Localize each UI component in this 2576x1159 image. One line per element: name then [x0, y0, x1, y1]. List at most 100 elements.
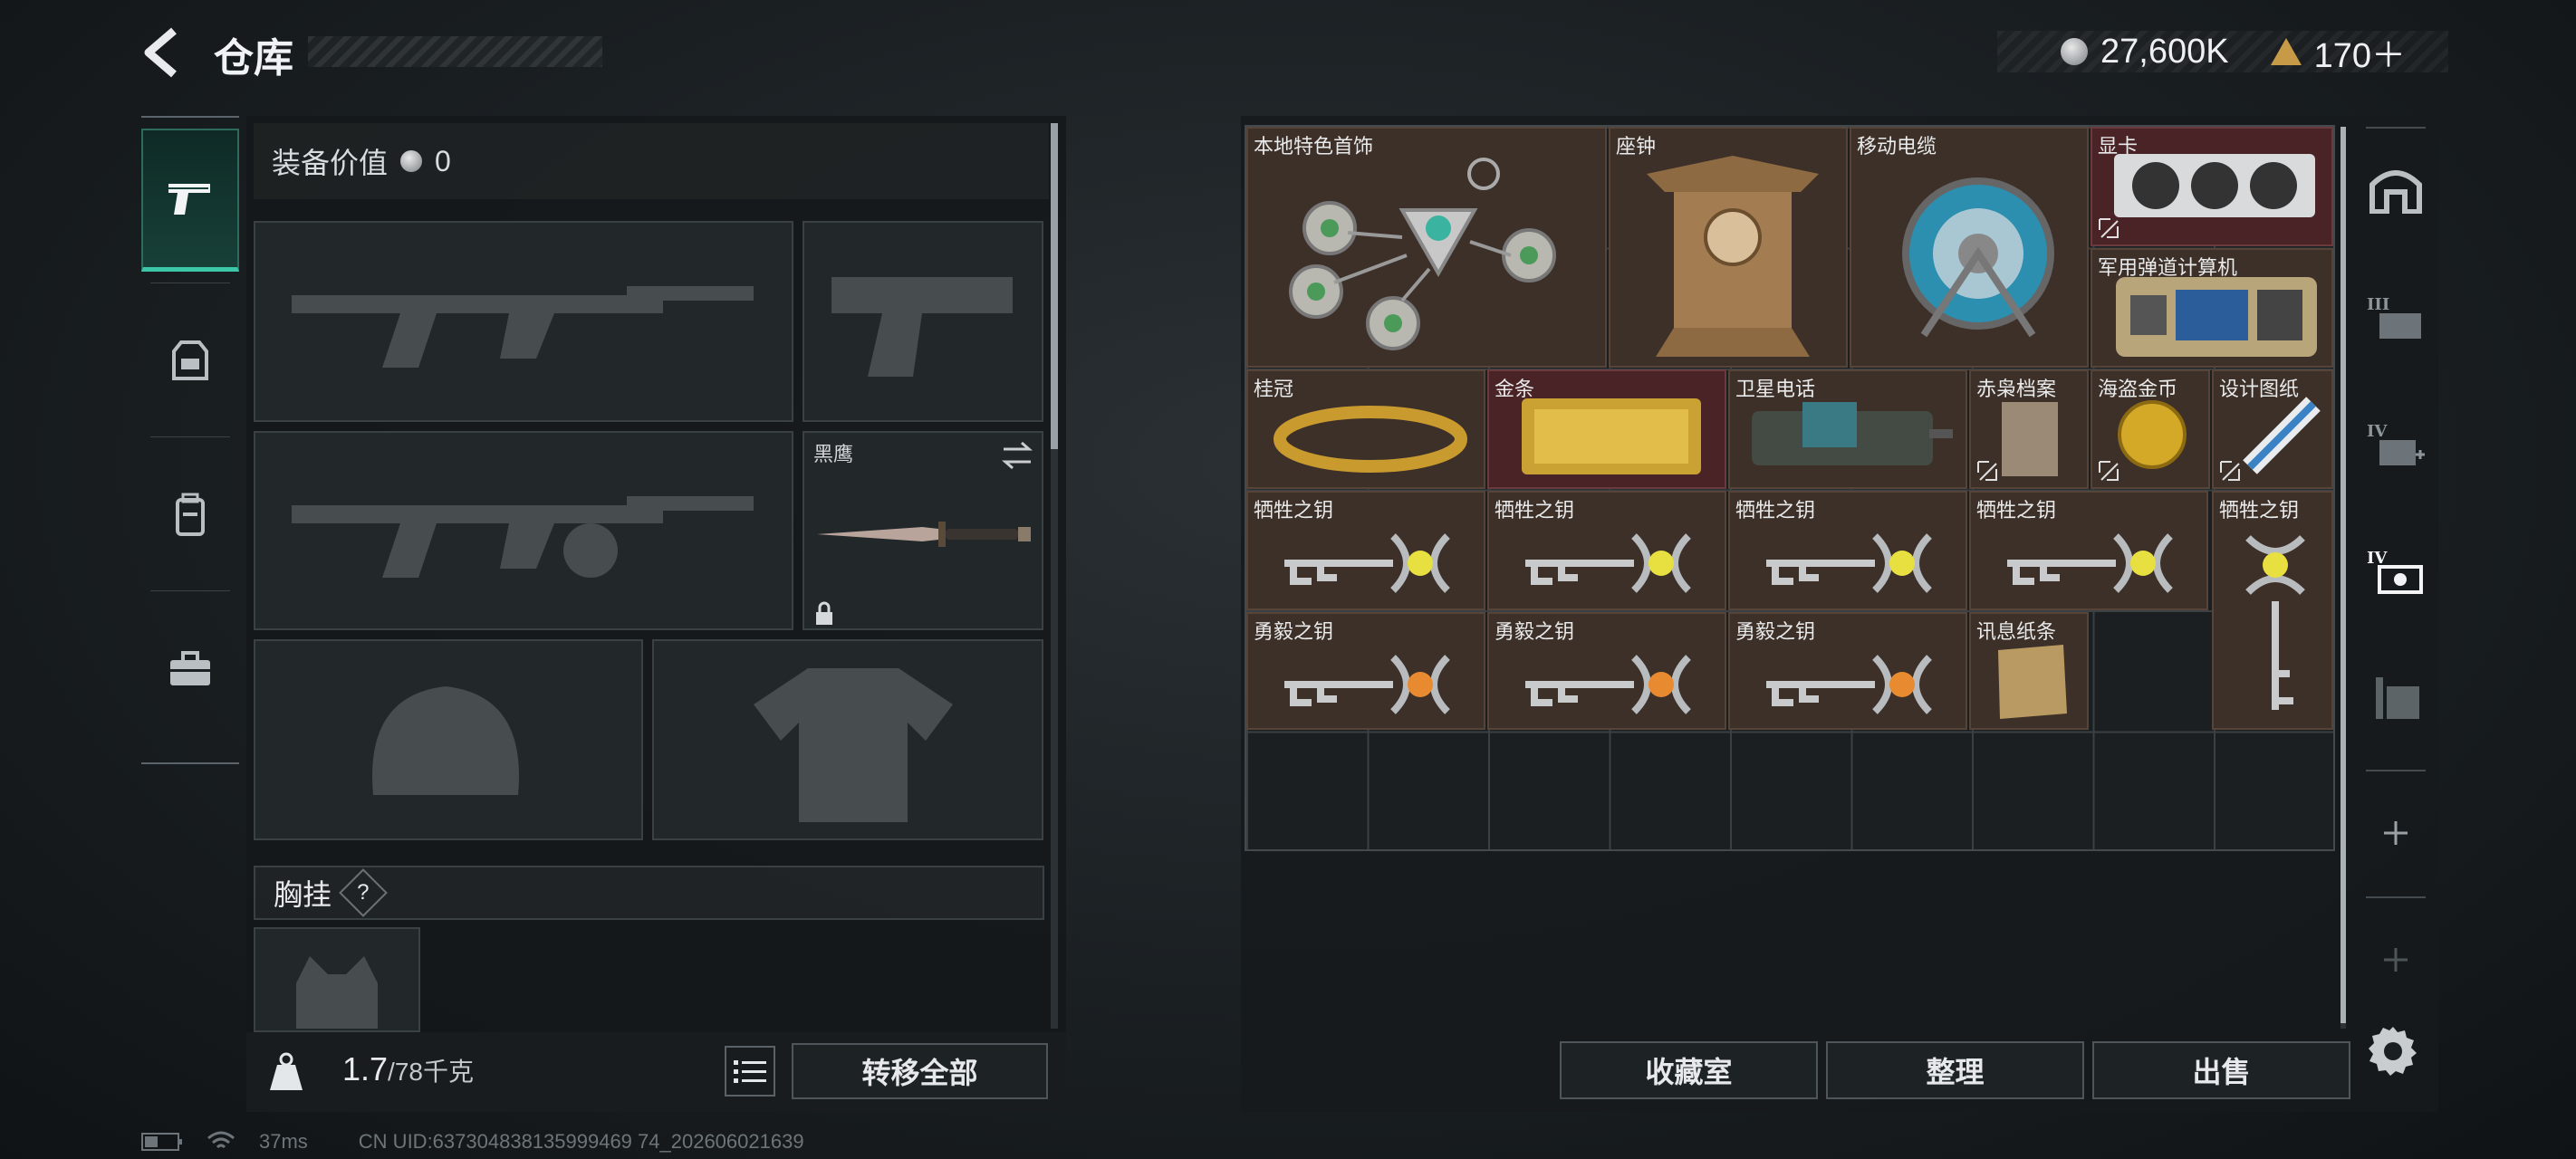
note-icon	[1998, 645, 2067, 719]
equipment-value-label: 装备价值	[272, 147, 389, 179]
sort-button[interactable]: 整理	[1826, 1041, 2084, 1099]
body-armor-slot[interactable]	[652, 639, 1043, 840]
transfer-all-button[interactable]: 转移全部	[792, 1043, 1048, 1099]
currency-bar: 27,600K 170＋	[1997, 31, 2448, 75]
pistol-icon	[168, 183, 210, 215]
item-red-owl-file[interactable]: 赤枭档案	[1969, 369, 2089, 489]
weight-max: /78千克	[388, 1058, 474, 1086]
lock-icon	[816, 601, 832, 625]
vault-button[interactable]: 收藏室	[1560, 1041, 1818, 1099]
tab-storage-IV-add[interactable]: IV	[2357, 389, 2435, 498]
helmet-silhouette-icon	[372, 686, 519, 795]
chest-rig-silhouette-icon	[296, 956, 378, 1029]
equipment-category-nav	[141, 116, 239, 764]
no-insure-icon	[2099, 461, 2119, 481]
ballistic-computer-icon	[2116, 277, 2317, 357]
coin-icon	[2061, 38, 2088, 65]
tab-storage-IV-active[interactable]: IV	[2357, 516, 2435, 625]
key-icon	[1525, 533, 1691, 593]
helmet-slot[interactable]	[254, 639, 643, 840]
item-cable-reel[interactable]: 移动电缆	[1850, 127, 2089, 368]
svg-text:IV: IV	[2367, 422, 2388, 441]
page-title: 仓库	[214, 36, 293, 81]
melee-name: 黑鹰	[813, 443, 854, 465]
item-satellite-phone[interactable]: 卫星电话	[1728, 369, 1967, 489]
svg-text:III: III	[2367, 295, 2389, 314]
item-sacrifice-key[interactable]: 牺牲之钥	[1728, 491, 1967, 610]
item-message-note[interactable]: 讯息纸条	[1969, 612, 2089, 730]
sidearm-slot[interactable]	[803, 221, 1043, 422]
tab-storage-III[interactable]: III	[2357, 263, 2435, 371]
item-graphics-card[interactable]: 显卡	[2091, 127, 2333, 246]
plus-icon	[2384, 821, 2408, 845]
settings-gear-icon[interactable]	[2364, 1021, 2422, 1079]
item-courage-key[interactable]: 勇毅之钥	[1246, 612, 1485, 730]
item-sacrifice-key[interactable]: 牺牲之钥	[1487, 491, 1726, 610]
secondary-weapon-slot[interactable]	[254, 431, 793, 630]
swap-icon[interactable]	[1000, 440, 1034, 471]
item-clock[interactable]: 座钟	[1609, 127, 1848, 368]
chest-rig-slot[interactable]	[254, 927, 420, 1032]
token-amount[interactable]: 170＋	[2314, 27, 2406, 77]
primary-weapon-slot[interactable]	[254, 221, 793, 422]
item-sacrifice-key[interactable]: 牺牲之钥	[1246, 491, 1485, 610]
tab-folder[interactable]	[2357, 643, 2435, 752]
item-blueprint[interactable]: 设计图纸	[2212, 369, 2333, 489]
back-arrow-icon[interactable]	[136, 25, 190, 80]
clock-icon	[1647, 156, 1819, 357]
chest-rig-header: 胸挂 ?	[254, 866, 1044, 920]
ping: 37ms	[259, 1130, 308, 1153]
storage-tab-bar: III IV IV	[2357, 127, 2435, 1032]
storage-scroll-thumb[interactable]	[2341, 127, 2346, 1023]
chest-rig-label: 胸挂	[274, 878, 332, 911]
nav-toolbox[interactable]	[141, 598, 239, 741]
list-view-button[interactable]	[725, 1046, 775, 1097]
item-name: 牺牲之钥	[2219, 499, 2300, 522]
weight-icon	[246, 1032, 326, 1112]
item-sacrifice-key-vertical[interactable]: 牺牲之钥	[2212, 491, 2333, 730]
key-icon	[2007, 533, 2173, 593]
equipment-scroll-thumb[interactable]	[1051, 123, 1058, 449]
item-courage-key[interactable]: 勇毅之钥	[1728, 612, 1967, 730]
pistol-silhouette-icon	[831, 277, 1013, 377]
nav-armor[interactable]	[141, 290, 239, 433]
storage-IV-icon: IV	[2367, 549, 2423, 594]
sell-button[interactable]: 出售	[2092, 1041, 2350, 1099]
help-icon[interactable]: ?	[339, 868, 388, 917]
graphics-card-icon	[2114, 154, 2315, 217]
item-pirate-coin[interactable]: 海盗金币	[2091, 369, 2210, 489]
laurel-icon	[1274, 406, 1467, 473]
armor-icon	[172, 340, 208, 380]
item-courage-key[interactable]: 勇毅之钥	[1487, 612, 1726, 730]
satellite-phone-icon	[1752, 402, 1953, 465]
cable-reel-icon	[1902, 177, 2054, 338]
item-ballistic-computer[interactable]: 军用弹道计算机	[2091, 248, 2333, 368]
blueprint-icon	[2243, 397, 2321, 474]
melee-slot[interactable]: 黑鹰	[803, 431, 1043, 630]
list-icon	[734, 1060, 766, 1083]
toolbox-icon	[170, 651, 210, 685]
gold-bar-icon	[1522, 398, 1701, 474]
token-icon	[2270, 38, 2302, 65]
coin-icon	[400, 150, 423, 172]
tab-add[interactable]	[2357, 779, 2435, 887]
equipment-value: 0	[435, 144, 451, 177]
item-laurel[interactable]: 桂冠	[1246, 369, 1485, 489]
nav-weapon[interactable]	[141, 129, 239, 272]
jewelry-icon	[1289, 158, 1556, 350]
money-amount: 27,600K	[2100, 32, 2229, 71]
key-icon	[2245, 535, 2305, 710]
status-bar: 37ms CN UID:637304838135999469 74_202606…	[141, 1130, 804, 1154]
key-icon	[1284, 533, 1450, 593]
item-gold-bar[interactable]: 金条	[1487, 369, 1726, 489]
svg-text:IV: IV	[2367, 549, 2388, 568]
item-sacrifice-key[interactable]: 牺牲之钥	[1969, 491, 2208, 610]
item-jewelry[interactable]: 本地特色首饰	[1246, 127, 1607, 368]
nav-backpack[interactable]	[141, 444, 239, 587]
tab-fortress[interactable]	[2357, 134, 2435, 243]
key-icon	[1525, 655, 1691, 714]
knife-icon	[817, 522, 1031, 547]
equipment-value-header: 装备价值 0	[254, 123, 1049, 199]
rifle-silhouette-icon	[292, 496, 754, 578]
plus-icon	[2384, 948, 2408, 972]
